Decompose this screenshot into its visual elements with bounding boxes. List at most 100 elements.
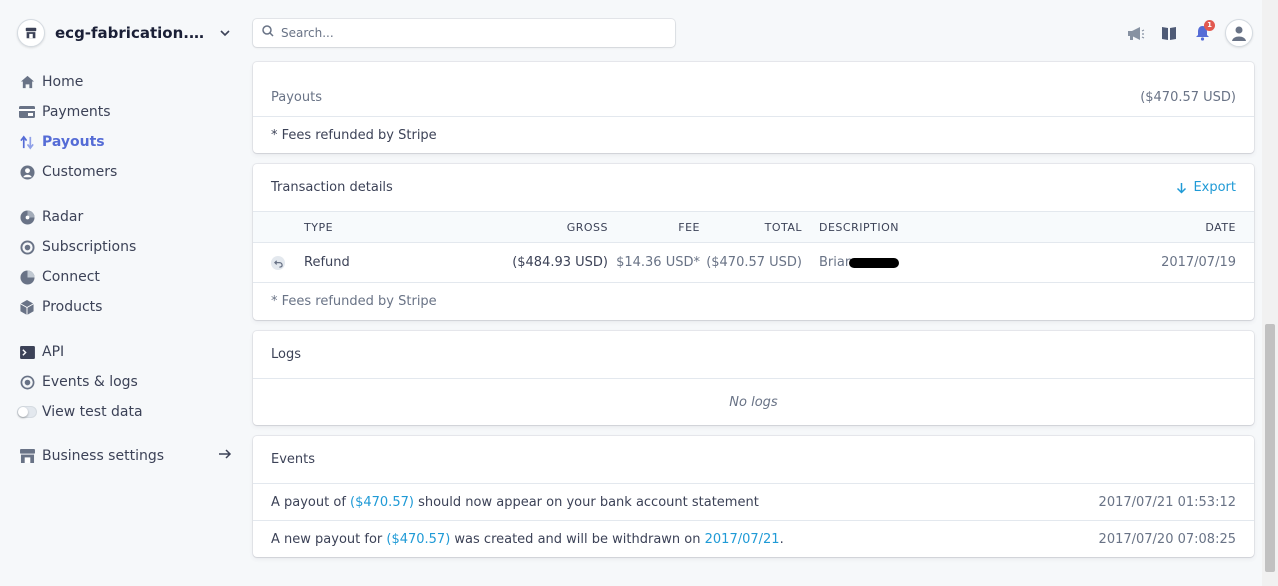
home-icon bbox=[19, 74, 35, 90]
event-text-part: A new payout for bbox=[271, 531, 387, 547]
sidebar-item-label: View test data bbox=[42, 404, 143, 420]
payouts-row: Payouts ($470.57 USD) bbox=[253, 80, 1254, 114]
event-timestamp: 2017/07/20 07:08:25 bbox=[1098, 531, 1236, 547]
col-gross: GROSS bbox=[566, 221, 608, 234]
export-button[interactable]: Export bbox=[1176, 180, 1236, 195]
fees-footnote-row: * Fees refunded by Stripe bbox=[253, 282, 1254, 320]
search-input[interactable] bbox=[281, 26, 661, 40]
list-item[interactable]: A new payout for ($470.57) was created a… bbox=[253, 520, 1254, 557]
events-header: Events bbox=[253, 436, 1254, 483]
sidebar-item-customers[interactable]: Customers bbox=[19, 161, 117, 183]
account-switcher[interactable]: ecg-fabrication.mybi... bbox=[17, 19, 231, 47]
scrollbar[interactable] bbox=[1262, 0, 1278, 586]
store-icon bbox=[19, 448, 35, 464]
search-bar[interactable] bbox=[253, 19, 675, 47]
cell-type: Refund bbox=[304, 255, 350, 270]
sidebar-item-view-test-data[interactable]: View test data bbox=[17, 401, 143, 423]
col-type: TYPE bbox=[304, 221, 334, 234]
event-text-part: A payout of bbox=[271, 494, 351, 510]
event-text: A new payout for ($470.57) was created a… bbox=[271, 532, 784, 547]
radar-icon bbox=[19, 209, 35, 225]
section-title: Transaction details bbox=[271, 180, 393, 195]
col-fee: FEE bbox=[678, 221, 700, 234]
sidebar-item-payouts[interactable]: Payouts bbox=[19, 131, 105, 153]
megaphone-icon[interactable] bbox=[1126, 23, 1146, 43]
sidebar-item-label: Payments bbox=[42, 104, 111, 120]
cell-description: Brian bbox=[819, 255, 854, 270]
refund-icon bbox=[271, 256, 285, 270]
sidebar-item-label: Connect bbox=[42, 269, 100, 285]
sidebar-item-api[interactable]: API bbox=[19, 341, 64, 363]
amount-link[interactable]: ($470.57) bbox=[350, 495, 414, 510]
event-text: A payout of ($470.57) should now appear … bbox=[271, 495, 759, 510]
col-total: TOTAL bbox=[764, 221, 802, 234]
event-text-part: . bbox=[779, 531, 784, 547]
sidebar-item-label: Radar bbox=[42, 209, 84, 225]
events-icon bbox=[19, 374, 35, 390]
date-link[interactable]: 2017/07/21 bbox=[705, 532, 780, 547]
fees-footnote-row: * Fees refunded by Stripe bbox=[253, 116, 1254, 153]
sidebar-item-label: API bbox=[42, 344, 65, 360]
fees-footnote: * Fees refunded by Stripe bbox=[271, 127, 437, 143]
fees-footnote: * Fees refunded by Stripe bbox=[271, 294, 437, 309]
book-icon[interactable] bbox=[1159, 23, 1179, 43]
cell-fee: $14.36 USD* bbox=[616, 255, 700, 270]
payouts-label: Payouts bbox=[271, 89, 322, 105]
empty-state: No logs bbox=[729, 394, 778, 410]
table-row[interactable]: Refund ($484.93 USD) $14.36 USD* ($470.5… bbox=[253, 244, 1254, 282]
cell-gross: ($484.93 USD) bbox=[512, 255, 608, 270]
customers-icon bbox=[19, 164, 35, 180]
products-icon bbox=[19, 299, 35, 315]
sidebar-item-label: Payouts bbox=[42, 134, 105, 150]
payouts-icon bbox=[19, 134, 35, 150]
sidebar-item-payments[interactable]: Payments bbox=[19, 101, 111, 123]
sidebar-item-connect[interactable]: Connect bbox=[19, 266, 100, 288]
transaction-details-header: Transaction details bbox=[253, 164, 1254, 211]
amount-link[interactable]: ($470.57) bbox=[386, 532, 450, 547]
sidebar-item-label: Customers bbox=[42, 164, 118, 180]
test-data-toggle[interactable] bbox=[17, 404, 37, 420]
top-icons: 1 bbox=[1126, 19, 1253, 47]
arrow-down-icon bbox=[1176, 182, 1187, 194]
bell-icon[interactable]: 1 bbox=[1192, 20, 1215, 43]
notification-badge: 1 bbox=[1204, 20, 1215, 31]
section-title: Events bbox=[271, 452, 316, 467]
scrollbar-thumb[interactable] bbox=[1265, 324, 1275, 572]
logs-empty-row: No logs bbox=[253, 378, 1254, 425]
list-item[interactable]: A payout of ($470.57) should now appear … bbox=[253, 483, 1254, 520]
summary-card: Payouts ($470.57 USD) * Fees refunded by… bbox=[253, 62, 1254, 153]
store-icon bbox=[17, 19, 45, 47]
event-text-part: was created and will be withdrawn on bbox=[450, 531, 705, 547]
transaction-details-card: Transaction details Export TYPE GROSS FE… bbox=[253, 164, 1254, 320]
section-title: Logs bbox=[271, 347, 301, 362]
sidebar-item-radar[interactable]: Radar bbox=[19, 206, 83, 228]
cell-total: ($470.57 USD) bbox=[706, 255, 802, 270]
export-label: Export bbox=[1193, 180, 1236, 195]
sidebar-item-subscriptions[interactable]: Subscriptions bbox=[19, 236, 136, 258]
avatar[interactable] bbox=[1225, 19, 1253, 47]
sidebar-item-home[interactable]: Home bbox=[19, 71, 83, 93]
search-icon bbox=[262, 25, 274, 41]
event-text-part: should now appear on your bank account s… bbox=[413, 494, 759, 510]
table-header: TYPE GROSS FEE TOTAL DESCRIPTION DATE bbox=[253, 211, 1254, 243]
sidebar-item-label: Subscriptions bbox=[42, 239, 137, 255]
sidebar-item-label: Home bbox=[42, 74, 84, 90]
logs-card: Logs No logs bbox=[253, 331, 1254, 425]
cell-date: 2017/07/19 bbox=[1161, 255, 1236, 270]
arrow-right-icon[interactable] bbox=[218, 447, 232, 465]
event-timestamp: 2017/07/21 01:53:12 bbox=[1098, 494, 1236, 510]
sidebar-item-events-logs[interactable]: Events & logs bbox=[19, 371, 138, 393]
sidebar-item-label: Business settings bbox=[42, 448, 165, 464]
sidebar-item-products[interactable]: Products bbox=[19, 296, 102, 318]
col-description: DESCRIPTION bbox=[819, 221, 899, 234]
logs-header: Logs bbox=[253, 331, 1254, 378]
sidebar-item-business-settings[interactable]: Business settings bbox=[19, 445, 164, 467]
chevron-down-icon bbox=[219, 27, 231, 39]
payouts-value: ($470.57 USD) bbox=[1140, 89, 1236, 105]
events-card: Events A payout of ($470.57) should now … bbox=[253, 436, 1254, 557]
sidebar-item-label: Products bbox=[42, 299, 103, 315]
redaction-mark bbox=[849, 258, 899, 268]
subscriptions-icon bbox=[19, 239, 35, 255]
connect-icon bbox=[19, 269, 35, 285]
api-icon bbox=[19, 344, 35, 360]
